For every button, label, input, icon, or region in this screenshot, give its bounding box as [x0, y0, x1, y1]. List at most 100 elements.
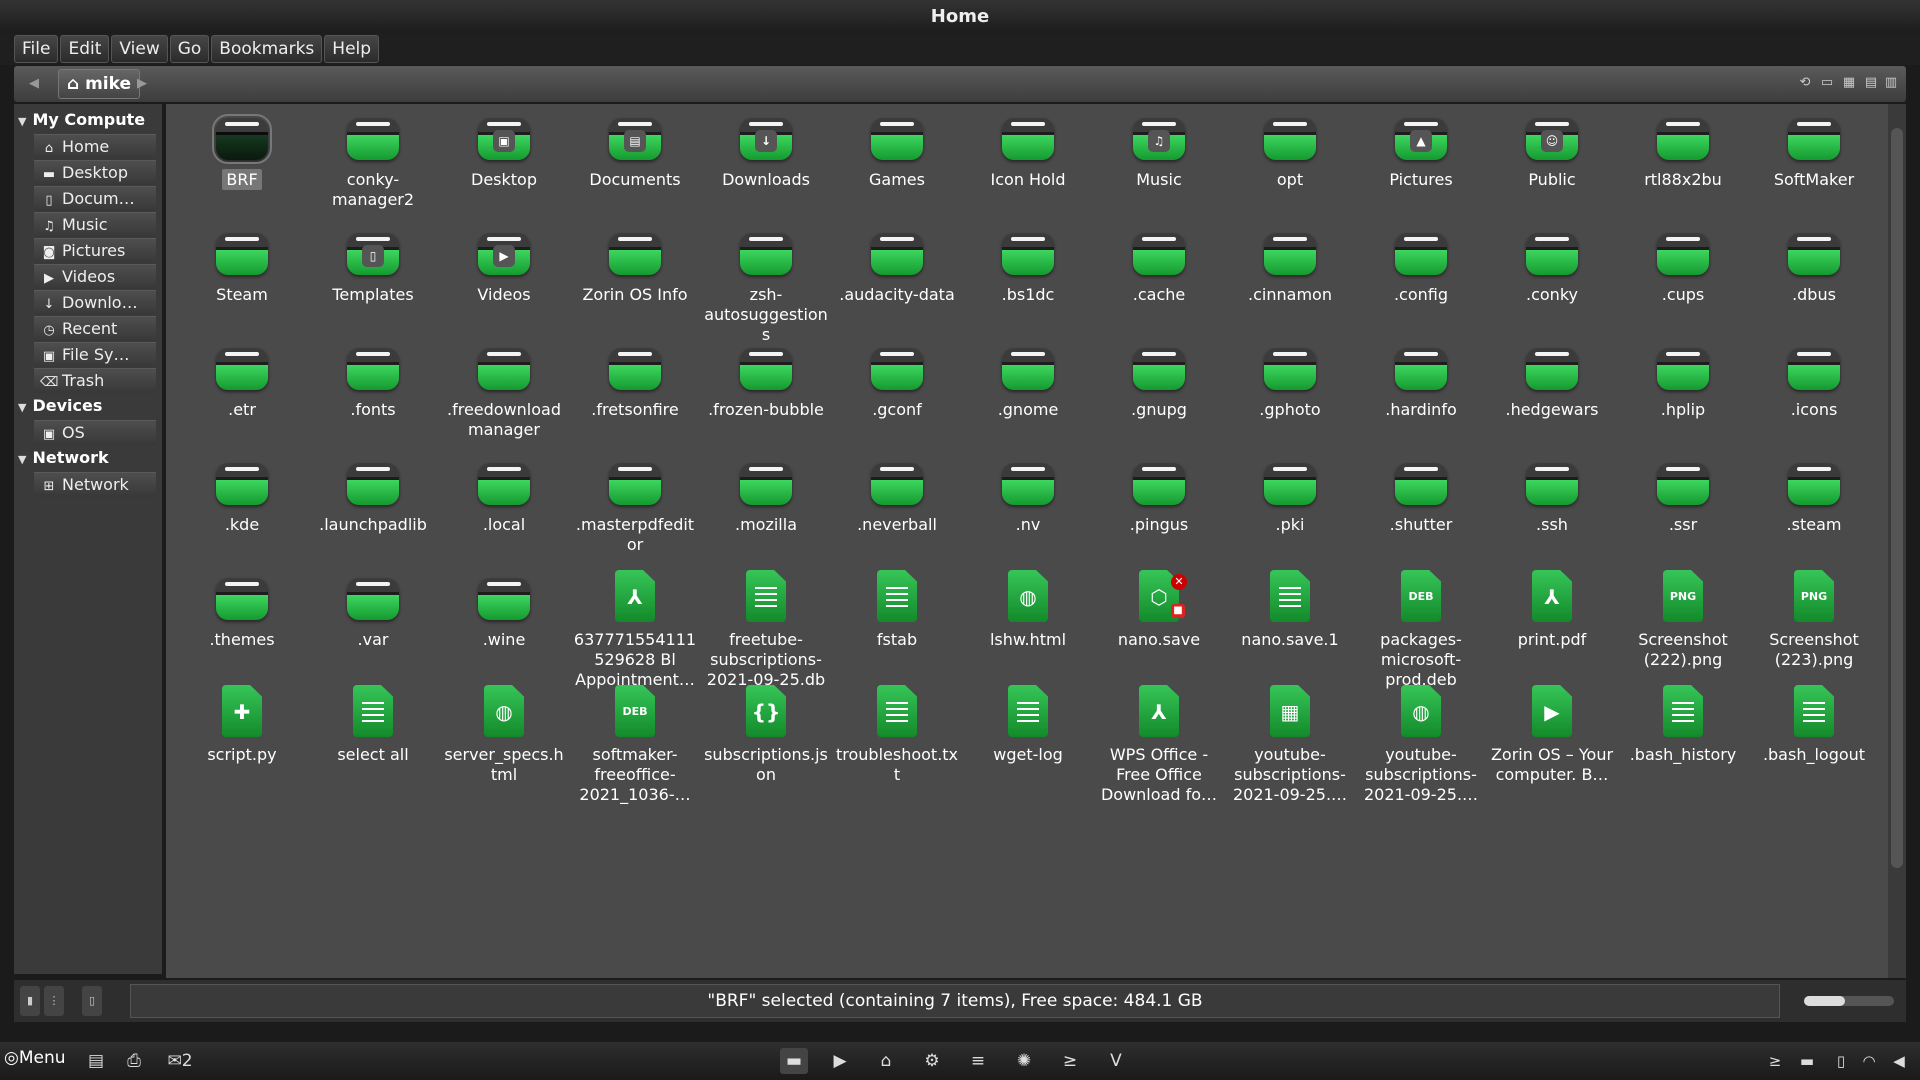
item-label: .neverball: [857, 515, 937, 534]
trash-icon: ⌫: [40, 375, 59, 390]
sidebar-item-filesystem[interactable]: ▣ File Sy…: [34, 342, 156, 367]
sidebar-item-pictures[interactable]: ◙ Pictures: [34, 238, 156, 263]
item-label: .cinnamon: [1248, 285, 1332, 304]
terminal-icon[interactable]: ≥: [1056, 1048, 1084, 1074]
sidebar-item-downloads[interactable]: ↓ Downlo…: [34, 290, 156, 315]
scrollbar-thumb[interactable]: [1891, 128, 1903, 868]
folder-icon: ↓: [738, 108, 794, 164]
file-icon: DEB: [607, 683, 663, 739]
wifi-icon[interactable]: ◠: [1858, 1050, 1880, 1072]
location-bar: ◀ ⌂ mike ▶ ⟲ ▭ ▦ ▤ ▥: [14, 66, 1906, 102]
places-toggle-button[interactable]: ▮: [20, 986, 40, 1016]
notifications-icon[interactable]: ✉2: [160, 1048, 200, 1074]
item-label: subscriptions.json: [704, 745, 828, 784]
download-icon: ↓: [43, 297, 55, 312]
folder-icon: [1786, 108, 1842, 164]
item-label: 637771554111529628 Bl Appointment…: [573, 630, 697, 689]
vertical-scrollbar[interactable]: [1888, 104, 1906, 978]
item-label: .fretsonfire: [591, 400, 679, 419]
printer-icon[interactable]: ⎙: [120, 1048, 148, 1074]
sidebar-item-documents[interactable]: ▯ Docum…: [34, 186, 156, 211]
menu-bookmarks[interactable]: Bookmarks: [211, 35, 323, 63]
show-desktop-icon[interactable]: ▤: [82, 1048, 110, 1074]
menu-file[interactable]: File: [14, 35, 59, 63]
file-icon: ◍: [476, 683, 532, 739]
terminal-tray-icon[interactable]: ≥: [1764, 1050, 1786, 1072]
settings-icon[interactable]: ⚙: [918, 1048, 946, 1074]
sidebar-section-computer[interactable]: ▼ My Compute: [18, 110, 145, 134]
icon-view-icon[interactable]: ▦: [1840, 74, 1858, 92]
item-label: conky-manager2: [331, 170, 415, 209]
compact-view-icon[interactable]: ▥: [1882, 74, 1900, 92]
sidebar-item-trash[interactable]: ⌫ Trash: [34, 368, 156, 393]
path-bar-icon[interactable]: ▭: [1818, 74, 1836, 92]
hide-sidebar-button[interactable]: ▯: [82, 986, 102, 1016]
sidebar-item-network[interactable]: ⊞ Network: [34, 472, 156, 497]
sidebar-item-recent[interactable]: ◷ Recent: [34, 316, 156, 341]
item-label: Zorin OS – Your computer. B…: [1490, 745, 1614, 784]
folder-icon: [214, 453, 270, 509]
menu-help[interactable]: Help: [324, 35, 380, 63]
sidebar-section-network[interactable]: ▼ Network: [18, 448, 109, 472]
item-label: .masterpdfeditor: [575, 515, 695, 554]
folder-icon: ♫: [1131, 108, 1187, 164]
sidebar-item-desktop[interactable]: ▬ Desktop: [34, 160, 156, 185]
file-icon: DEB: [1393, 568, 1449, 624]
file-icon: PNG: [1786, 568, 1842, 624]
file-icon: ⅄: [1131, 683, 1187, 739]
file-icon: ✚: [214, 683, 270, 739]
zorin-logo-icon: ◎: [4, 1048, 19, 1068]
volume-icon[interactable]: ◀: [1888, 1050, 1910, 1072]
taskbar: ◎Menu ▤ ⎙ ✉2 ▬ ▶ ⌂ ⚙ ≡ ✺ ≥ V ≥ ▬ ▯ ◠ ◀: [0, 1042, 1920, 1080]
folder-icon: [345, 453, 401, 509]
sidebar-item-os[interactable]: ▣ OS: [34, 420, 156, 445]
folder-icon: [1000, 338, 1056, 394]
folder-icon: [1262, 108, 1318, 164]
files-tray-icon[interactable]: ▬: [1796, 1050, 1818, 1072]
battery-icon[interactable]: ▯: [1830, 1050, 1852, 1072]
back-button[interactable]: ◀: [18, 70, 50, 98]
folder-icon: [345, 568, 401, 624]
item-label: Screenshot (223).png: [1769, 630, 1859, 669]
folder-icon: ▶: [476, 223, 532, 279]
item-label: .kde: [224, 515, 260, 534]
folder-icon: [869, 108, 925, 164]
menu-go[interactable]: Go: [169, 35, 210, 63]
web-browser-icon[interactable]: ✺: [1010, 1048, 1038, 1074]
zoom-slider[interactable]: [1804, 996, 1894, 1006]
item-label: Pictures: [1389, 170, 1453, 189]
file-icon: [869, 568, 925, 624]
file-manager-icon[interactable]: ▬: [780, 1048, 808, 1074]
menu-edit[interactable]: Edit: [60, 35, 110, 63]
folder-icon: [1131, 338, 1187, 394]
folder-icon: [607, 223, 663, 279]
software-store-icon[interactable]: ⌂: [872, 1048, 900, 1074]
menu-view[interactable]: View: [111, 35, 168, 63]
start-menu-button[interactable]: ◎Menu: [4, 1048, 66, 1068]
item-label: fstab: [876, 630, 918, 649]
list-view-icon[interactable]: ▤: [1862, 74, 1880, 92]
item-label: .var: [357, 630, 389, 649]
media-player-icon[interactable]: ▶: [826, 1048, 854, 1074]
sidebar-item-music[interactable]: ♫ Music: [34, 212, 156, 237]
folder-icon: [1524, 338, 1580, 394]
sidebar-item-videos[interactable]: ▶ Videos: [34, 264, 156, 289]
toggle-location-icon[interactable]: ⟲: [1796, 74, 1814, 92]
file-icon: [738, 568, 794, 624]
item-label: .frozen-bubble: [708, 400, 824, 419]
item-label: lshw.html: [989, 630, 1067, 649]
item-label: opt: [1276, 170, 1304, 189]
item-label: WPS Office - Free Office Download fo…: [1100, 745, 1218, 804]
text-editor-icon[interactable]: ≡: [964, 1048, 992, 1074]
menubar: File Edit View Go Bookmarks Help: [0, 33, 1920, 65]
folder-icon: [1000, 453, 1056, 509]
tree-toggle-button[interactable]: ⋮: [44, 986, 64, 1016]
sidebar-item-home[interactable]: ⌂ Home: [34, 134, 156, 159]
item-label: .launchpadlib: [319, 515, 427, 534]
sidebar-section-devices[interactable]: ▼ Devices: [18, 396, 102, 420]
file-icon: ▦: [1262, 683, 1318, 739]
file-grid[interactable]: BRF conky-manager2 ▣ Desktop ▤ Documents ↓ Down…: [166, 104, 1888, 978]
drive-icon: ▣: [42, 349, 56, 364]
forward-button[interactable]: ▶: [126, 70, 158, 98]
vivaldi-icon[interactable]: V: [1102, 1048, 1130, 1074]
